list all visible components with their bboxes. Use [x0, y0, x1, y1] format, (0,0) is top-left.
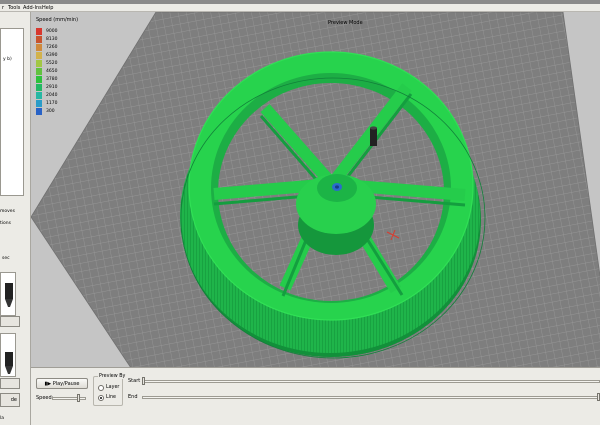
speed-label: Speed: — [36, 395, 54, 401]
legend-row: 2040 — [36, 92, 57, 100]
legend-swatch — [36, 60, 42, 67]
status-label: la — [0, 416, 5, 421]
layer-radio-label[interactable]: Layer — [106, 385, 119, 390]
start-label: Start — [128, 378, 141, 384]
legend-row: 3780 — [36, 76, 57, 84]
speed-legend-title: Speed (mm/min) — [36, 17, 79, 23]
end-label: End — [128, 394, 138, 400]
legend-swatch — [36, 52, 42, 59]
done-button[interactable]: de — [0, 393, 20, 407]
nozzle-marker — [370, 126, 377, 146]
playback-controls: ▮▶ Play/Pause Speed: Preview By Layer Li… — [31, 368, 600, 425]
menu-bar: r Tools Add-Ins Help — [0, 4, 600, 12]
speed-slider[interactable] — [52, 397, 86, 400]
layer-radio[interactable] — [98, 385, 104, 391]
legend-row: 300 — [36, 108, 55, 116]
menu-tools[interactable]: Tools — [8, 5, 20, 11]
legend-swatch — [36, 36, 42, 43]
play-pause-button[interactable]: ▮▶ Play/Pause — [36, 378, 88, 389]
options-label: tions — [0, 221, 11, 226]
extruder-thumbnail-1 — [0, 272, 16, 316]
line-radio-label[interactable]: Line — [106, 395, 116, 400]
line-radio[interactable] — [98, 395, 104, 401]
extruder-icon — [5, 283, 13, 307]
show-moves-label: moves — [0, 209, 15, 214]
thumbnail-1-button[interactable] — [0, 316, 20, 327]
legend-swatch — [36, 28, 42, 35]
build-plate-scene[interactable] — [31, 12, 600, 368]
left-panel: y b) moves tions sec de la — [0, 12, 31, 425]
tree-item-label[interactable]: y b) — [3, 57, 12, 62]
menu-view[interactable]: r — [2, 5, 4, 11]
preview-by-title: Preview By — [98, 374, 127, 379]
extruder-thumbnail-2 — [0, 333, 16, 377]
play-pause-label: Play/Pause — [52, 381, 80, 387]
thumbnail-2-button[interactable] — [0, 378, 20, 389]
legend-swatch — [36, 68, 42, 75]
legend-row: 1170 — [36, 100, 57, 108]
legend-swatch — [36, 44, 42, 51]
start-slider-thumb[interactable] — [142, 377, 145, 385]
legend-row: 8130 — [36, 36, 57, 44]
start-slider[interactable] — [142, 380, 600, 383]
menu-add-ins[interactable]: Add-Ins — [23, 5, 42, 11]
model-tree[interactable]: y b) — [0, 28, 24, 196]
legend-swatch — [36, 108, 42, 115]
legend-row: 5520 — [36, 60, 57, 68]
preview-by-group: Preview By Layer Line — [93, 374, 127, 406]
legend-swatch — [36, 92, 42, 99]
build-time-label: sec — [2, 256, 10, 261]
legend-swatch — [36, 84, 42, 91]
legend-swatch — [36, 100, 42, 107]
legend-row: 9000 — [36, 28, 57, 36]
legend-row: 7260 — [36, 44, 57, 52]
preview-mode-label: Preview Mode — [328, 20, 363, 26]
legend-row: 6390 — [36, 52, 57, 60]
legend-row: 4650 — [36, 68, 57, 76]
legend-swatch — [36, 76, 42, 83]
menu-help[interactable]: Help — [42, 5, 53, 11]
speed-slider-thumb[interactable] — [76, 394, 80, 402]
preview-viewport[interactable]: Speed (mm/min) 9000 8130 7260 6390 5520 … — [31, 12, 600, 368]
legend-row: 2910 — [36, 84, 57, 92]
play-pause-icon: ▮▶ — [44, 381, 52, 387]
end-slider[interactable] — [142, 396, 600, 399]
extruder-icon — [5, 352, 13, 374]
